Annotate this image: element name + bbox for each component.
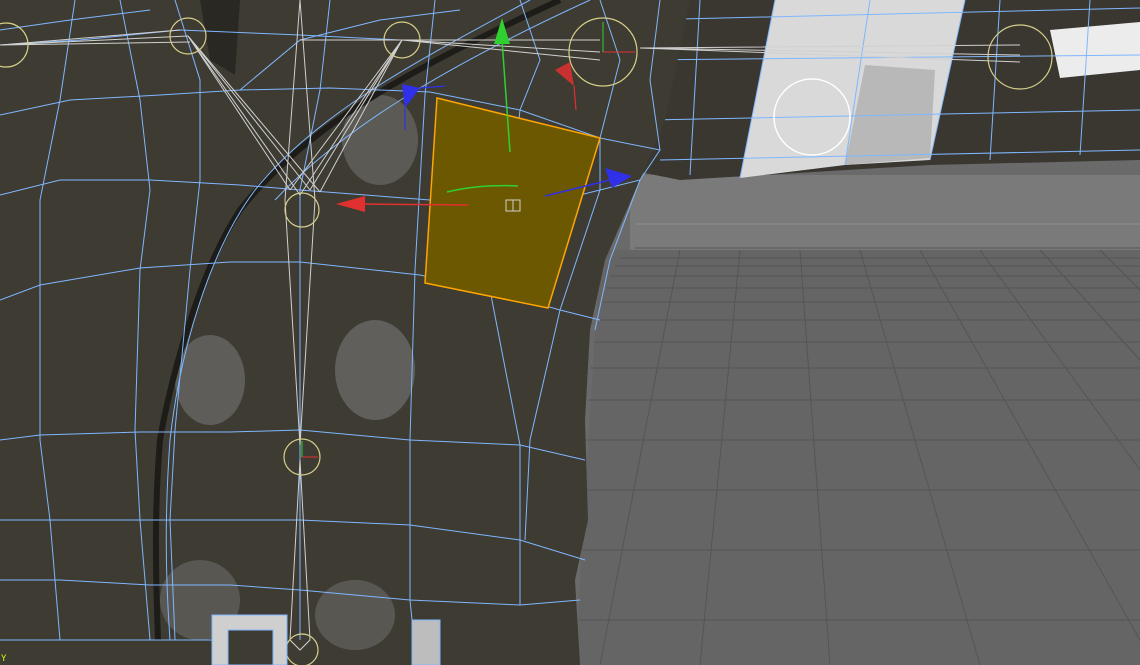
limb-cylinder[interactable] — [1050, 22, 1140, 78]
scene-canvas[interactable] — [0, 0, 1140, 665]
arm-mesh[interactable] — [630, 0, 1140, 180]
3d-viewport[interactable]: Y — [0, 0, 1140, 665]
